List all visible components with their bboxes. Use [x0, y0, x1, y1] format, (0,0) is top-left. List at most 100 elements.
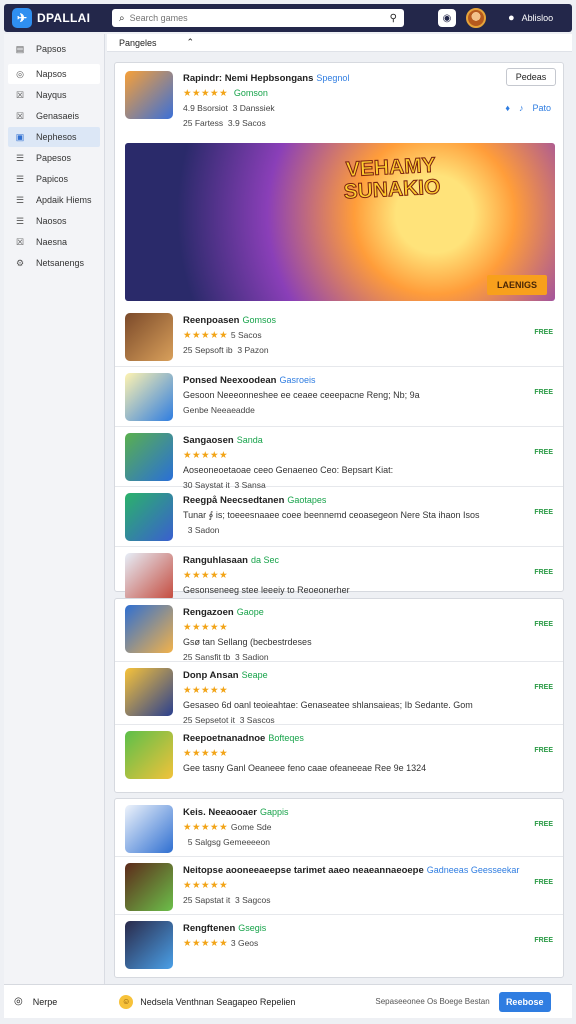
music-icon[interactable]: ♪	[519, 103, 524, 113]
globe-icon[interactable]: ◎	[14, 996, 23, 1007]
game-row[interactable]: Reegpå Neecsedtanen Gaotapes Tunar ∮ is; t…	[115, 487, 563, 547]
game-meta: 3 Sascos	[239, 715, 275, 725]
game-row[interactable]: Sangaosen Sanda ★★★★★ Aoseoneoetaoae ceeo …	[115, 427, 563, 490]
price-badge[interactable]: FREE	[534, 449, 553, 456]
sidebar-item-4[interactable]: ▣ Nephesos	[8, 127, 100, 147]
price-badge[interactable]: FREE	[534, 937, 553, 944]
sidebar-item-2[interactable]: ☒ Nayqus	[8, 85, 100, 105]
game-row[interactable]: Ponsed Neexoodean Gasroeis Gesoon Neeeonne…	[115, 367, 563, 427]
rating-stars: ★★★★★	[183, 570, 229, 581]
game-icon	[125, 805, 173, 853]
search-submit-icon[interactable]: ⚲	[390, 13, 397, 24]
price-badge[interactable]: FREE	[534, 879, 553, 886]
search-icon: ⌕	[119, 12, 125, 24]
diamond-icon[interactable]: ♦	[505, 103, 510, 113]
subheader-label[interactable]: Pangeles	[119, 38, 157, 48]
details-button[interactable]: Pedeas	[506, 68, 556, 86]
sidebar-item-label: Naesna	[36, 237, 68, 247]
footer-label[interactable]: Nerpe	[33, 997, 58, 1007]
game-title: Neitopse aooneeaeepse tarimet aaeo neaea…	[183, 865, 424, 876]
game-title: Ranguhlasaan	[183, 555, 248, 566]
game-meta: 25 Sansfit tb	[183, 652, 231, 662]
sidebar-item-8[interactable]: ☰ Naosos	[8, 211, 100, 231]
price-badge[interactable]: FREE	[534, 329, 553, 336]
chat-icon[interactable]: ◉	[438, 9, 456, 27]
game-row[interactable]: Reenpoasen Gomsos ★★★★★ 5 Sacos 25 Sepsoft …	[115, 307, 563, 367]
footer-bar: ◎ Nerpe ☺ Nedsela Venthnan Seagapeo Repe…	[4, 984, 572, 1018]
game-meta: 25 Sepsoft ib	[183, 345, 233, 355]
game-tag: Gadneeas Geesseekar	[426, 865, 520, 875]
game-meta: 30 Saystat it	[183, 480, 230, 490]
search-input[interactable]	[129, 13, 390, 23]
game-icon	[125, 921, 173, 969]
game-meta: 3 Pazon	[237, 345, 269, 355]
game-icon	[125, 668, 173, 716]
rating-stars: ★★★★★	[183, 622, 229, 633]
featured-actions: ♦ ♪ Pato	[505, 103, 551, 113]
avatar[interactable]	[466, 8, 486, 28]
sidebar-item-5[interactable]: ☰ Papesos	[8, 148, 100, 168]
logo[interactable]: ✈ DPALLAI	[12, 8, 106, 28]
featured-header[interactable]: Rapindr: Nemi Hepbsongans Spegnol ★★★★★ G…	[115, 63, 563, 137]
chevron-up-icon[interactable]: ⌃	[187, 37, 195, 48]
search-box: ⌕ ⚲	[112, 9, 404, 27]
price-badge[interactable]: FREE	[534, 747, 553, 754]
action-link[interactable]: Pato	[532, 103, 551, 113]
game-row[interactable]: Donp Ansan Seape ★★★★★ Gesaseo 6d oanl teo…	[115, 662, 563, 725]
game-title: Reepoetnanadnoe	[183, 733, 266, 744]
sidebar-item-label: Papesos	[36, 153, 72, 163]
game-row[interactable]: Neitopse aooneeaeepse tarimet aaeo neaea…	[115, 857, 563, 915]
hero-banner[interactable]: VEHAMY SUNAKIO LAENIGS	[125, 143, 555, 301]
doc-icon: ☰	[15, 152, 25, 163]
user-name[interactable]: Ablisloo	[522, 13, 554, 23]
rating-stars: ★★★★★	[183, 88, 229, 99]
featured-meta: 25 Fartess	[183, 118, 224, 128]
game-title: Donp Ansan	[183, 670, 239, 681]
footer-button[interactable]: Reebose	[498, 991, 551, 1012]
sidebar: ▤ Papsos ◎ Napsos ☒ Nayqus ☒ Genasaeis ▣ Neph…	[4, 34, 105, 984]
price-badge[interactable]: FREE	[534, 684, 553, 691]
rating-stars: ★★★★★	[183, 450, 229, 461]
game-row[interactable]: Keis. Neeaooaer Gappis ★★★★★ Gome Sde 5 Sa…	[115, 799, 563, 857]
sidebar-item-3[interactable]: ☒ Genasaeis	[8, 106, 100, 126]
game-icon	[125, 313, 173, 361]
game-list-3: Keis. Neeaooaer Gappis ★★★★★ Gome Sde 5 Sa…	[115, 799, 563, 973]
rating-stars: ★★★★★	[183, 685, 229, 696]
game-list-card-2: Rengazoen Gaope ★★★★★ Gsø tan Sellang (bec…	[114, 598, 564, 793]
game-row[interactable]: Rengazoen Gaope ★★★★★ Gsø tan Sellang (bec…	[115, 599, 563, 662]
hero-cta-button[interactable]: LAENIGS	[486, 275, 547, 295]
featured-meta: 4.9 Bsorsiot	[183, 103, 228, 113]
game-icon	[125, 433, 173, 481]
grid-icon: ▤	[15, 43, 25, 54]
bell-icon[interactable]: ●	[508, 12, 515, 24]
price-badge[interactable]: FREE	[534, 509, 553, 516]
top-bar: ✈ DPALLAI ⌕ ⚲ ◉ ● Ablisloo	[4, 4, 572, 32]
game-title: Reegpå Neecsedtanen	[183, 495, 285, 506]
game-meta: 3 Sadon	[187, 525, 220, 535]
price-badge[interactable]: FREE	[534, 621, 553, 628]
sidebar-item-label: Papicos	[36, 174, 69, 184]
game-meta: Genbe Neeaeadde	[183, 405, 255, 415]
game-row[interactable]: Reepoetnanadnoe Bofteqes ★★★★★ Gee tasny G…	[115, 725, 563, 788]
sidebar-item-10[interactable]: ⚙ Netsanengs	[8, 253, 100, 273]
game-meta: 25 Sapstat it	[183, 895, 231, 905]
price-badge[interactable]: FREE	[534, 389, 553, 396]
doc-icon: ☰	[15, 215, 25, 226]
sidebar-item-7[interactable]: ☰ Apdaik Hiems	[8, 190, 100, 210]
sidebar-item-1[interactable]: ◎ Napsos	[8, 64, 100, 84]
game-icon	[125, 605, 173, 653]
sidebar-item-0[interactable]: ▤ Papsos	[8, 39, 100, 59]
sidebar-item-label: Netsanengs	[36, 258, 85, 268]
game-list-1: Reenpoasen Gomsos ★★★★★ 5 Sacos 25 Sepsoft …	[115, 307, 563, 610]
game-tag: Sanda	[236, 435, 263, 445]
game-title: Keis. Neeaooaer	[183, 807, 257, 818]
game-tag: Gsegis	[238, 923, 267, 933]
game-description: Gsø tan Sellang (becbestrdeses	[183, 637, 312, 647]
game-meta: 3 Sadion	[235, 652, 269, 662]
game-row[interactable]: Rengftenen Gsegis ★★★★★ 3 Geos FREE	[115, 915, 563, 973]
sidebar-item-9[interactable]: ☒ Naesna	[8, 232, 100, 252]
game-meta: 5 Salgsg Gemeeeeon	[187, 837, 270, 847]
price-badge[interactable]: FREE	[534, 821, 553, 828]
price-badge[interactable]: FREE	[534, 569, 553, 576]
sidebar-item-6[interactable]: ☰ Papicos	[8, 169, 100, 189]
